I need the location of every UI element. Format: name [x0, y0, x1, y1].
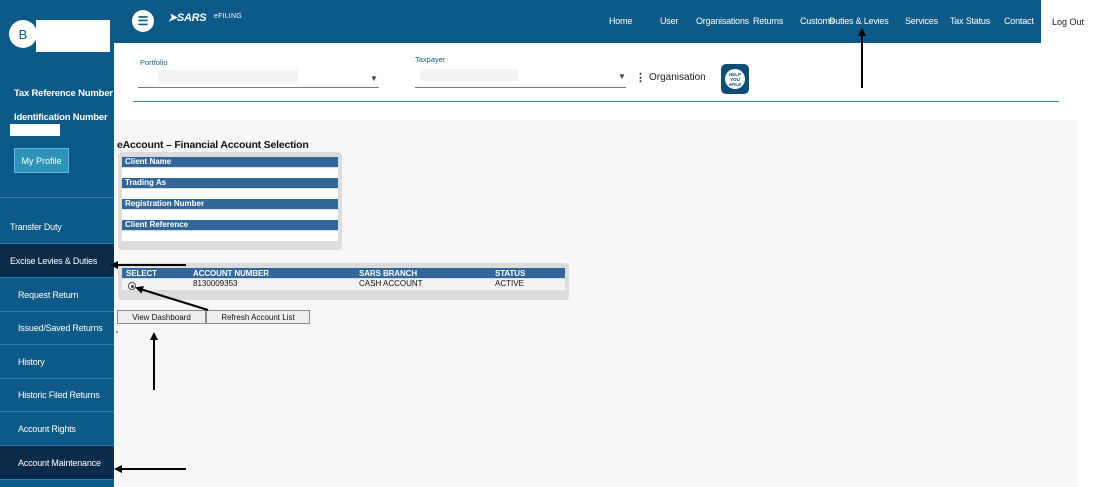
- sidebar-item-label: History: [18, 356, 45, 367]
- taxpayer-value-redacted: [420, 69, 518, 81]
- sidebar-item-label: Request Return: [18, 289, 79, 300]
- sidebar-item-label: Transfer Duty: [10, 221, 62, 232]
- user-name-redacted: [36, 20, 110, 52]
- help-icon-badge: HELP YOU eFILE: [725, 69, 745, 89]
- identification-number-label: Identification Number: [14, 112, 108, 123]
- registration-number-label: Registration Number: [122, 199, 338, 209]
- trading-as-label: Trading As: [122, 178, 338, 188]
- sars-branch-cell: CASH ACCOUNT: [359, 279, 423, 288]
- nav-returns[interactable]: Returns: [753, 16, 783, 26]
- nav-duties-levies[interactable]: Duties & Levies: [829, 16, 889, 26]
- client-reference-label: Client Reference: [122, 220, 338, 230]
- page-title: eAccount – Financial Account Selection: [117, 139, 309, 151]
- taxpayer-dropdown-icon[interactable]: ▼: [618, 72, 626, 81]
- column-header-select: SELECT: [126, 269, 157, 278]
- nav-home[interactable]: Home: [609, 16, 632, 26]
- refresh-account-list-button[interactable]: Refresh Account List: [206, 310, 310, 324]
- efiling-logo: eFILING: [214, 13, 242, 20]
- user-avatar[interactable]: B: [9, 20, 37, 48]
- top-navigation-bar: ☰ ➤SARS eFILING: [114, 0, 1041, 43]
- sidebar-item-account-maintenance[interactable]: Account Maintenance: [0, 446, 114, 480]
- column-header-sars-branch: SARS BRANCH: [359, 269, 418, 278]
- sidebar-item-label: Issued/Saved Returns: [18, 322, 103, 333]
- nav-user[interactable]: User: [660, 16, 678, 26]
- filter-divider: [133, 101, 1059, 102]
- sidebar-item-history[interactable]: History: [0, 345, 114, 379]
- sidebar-item-account-rights[interactable]: Account Rights: [0, 412, 114, 446]
- account-number-cell: 8130009353: [193, 279, 238, 288]
- nav-tax-status[interactable]: Tax Status: [950, 16, 990, 26]
- portfolio-dropdown-icon[interactable]: ▼: [370, 74, 378, 83]
- sidebar-item-label: Account Maintenance: [18, 457, 101, 468]
- sidebar-divider: [0, 197, 114, 198]
- more-options-icon[interactable]: ⋮: [635, 71, 646, 84]
- logout-button[interactable]: Log Out: [1041, 0, 1095, 43]
- sidebar-item-request-return[interactable]: Request Return: [0, 278, 114, 312]
- taxpayer-label: Taxpayer: [415, 55, 446, 64]
- client-name-label: Client Name: [122, 157, 338, 167]
- registration-number-value: [122, 210, 338, 220]
- help-you-efile-icon[interactable]: HELP YOU eFILE: [721, 64, 749, 94]
- portfolio-value-redacted: [158, 70, 298, 82]
- sars-logo: ➤SARS: [168, 12, 207, 24]
- nav-services[interactable]: Services: [905, 16, 938, 26]
- trading-as-value: [122, 189, 338, 199]
- select-account-radio[interactable]: [128, 282, 136, 290]
- tax-reference-label: Tax Reference Number: [14, 88, 113, 99]
- client-name-value: [122, 168, 338, 178]
- client-reference-value: [122, 231, 338, 241]
- portfolio-label: Portfolio: [140, 58, 168, 67]
- column-header-status: STATUS: [495, 269, 526, 278]
- sidebar-item-historic-filed-returns[interactable]: Historic Filed Returns: [0, 378, 114, 412]
- identification-number-redacted: [10, 124, 60, 136]
- nav-contact[interactable]: Contact: [1004, 16, 1034, 26]
- nav-organisations[interactable]: Organisations: [696, 16, 749, 26]
- sidebar-item-excise-levies-duties[interactable]: Excise Levies & Duties: [0, 244, 114, 278]
- organisation-label[interactable]: Organisation: [649, 72, 706, 83]
- status-cell: ACTIVE: [495, 279, 524, 288]
- sidebar-item-transfer-duty[interactable]: Transfer Duty: [0, 210, 114, 244]
- decorative-dot: [116, 331, 118, 333]
- sidebar-item-label: Excise Levies & Duties: [10, 255, 98, 266]
- sidebar-item-label: Historic Filed Returns: [18, 389, 100, 400]
- hamburger-icon[interactable]: ☰: [132, 10, 154, 32]
- sidebar-item-label: Account Rights: [18, 423, 76, 434]
- my-profile-button[interactable]: My Profile: [14, 148, 69, 173]
- view-dashboard-button[interactable]: View Dashboard: [117, 310, 206, 324]
- sidebar-item-issued-saved-returns[interactable]: Issued/Saved Returns: [0, 311, 114, 345]
- column-header-account-number: ACCOUNT NUMBER: [193, 269, 269, 278]
